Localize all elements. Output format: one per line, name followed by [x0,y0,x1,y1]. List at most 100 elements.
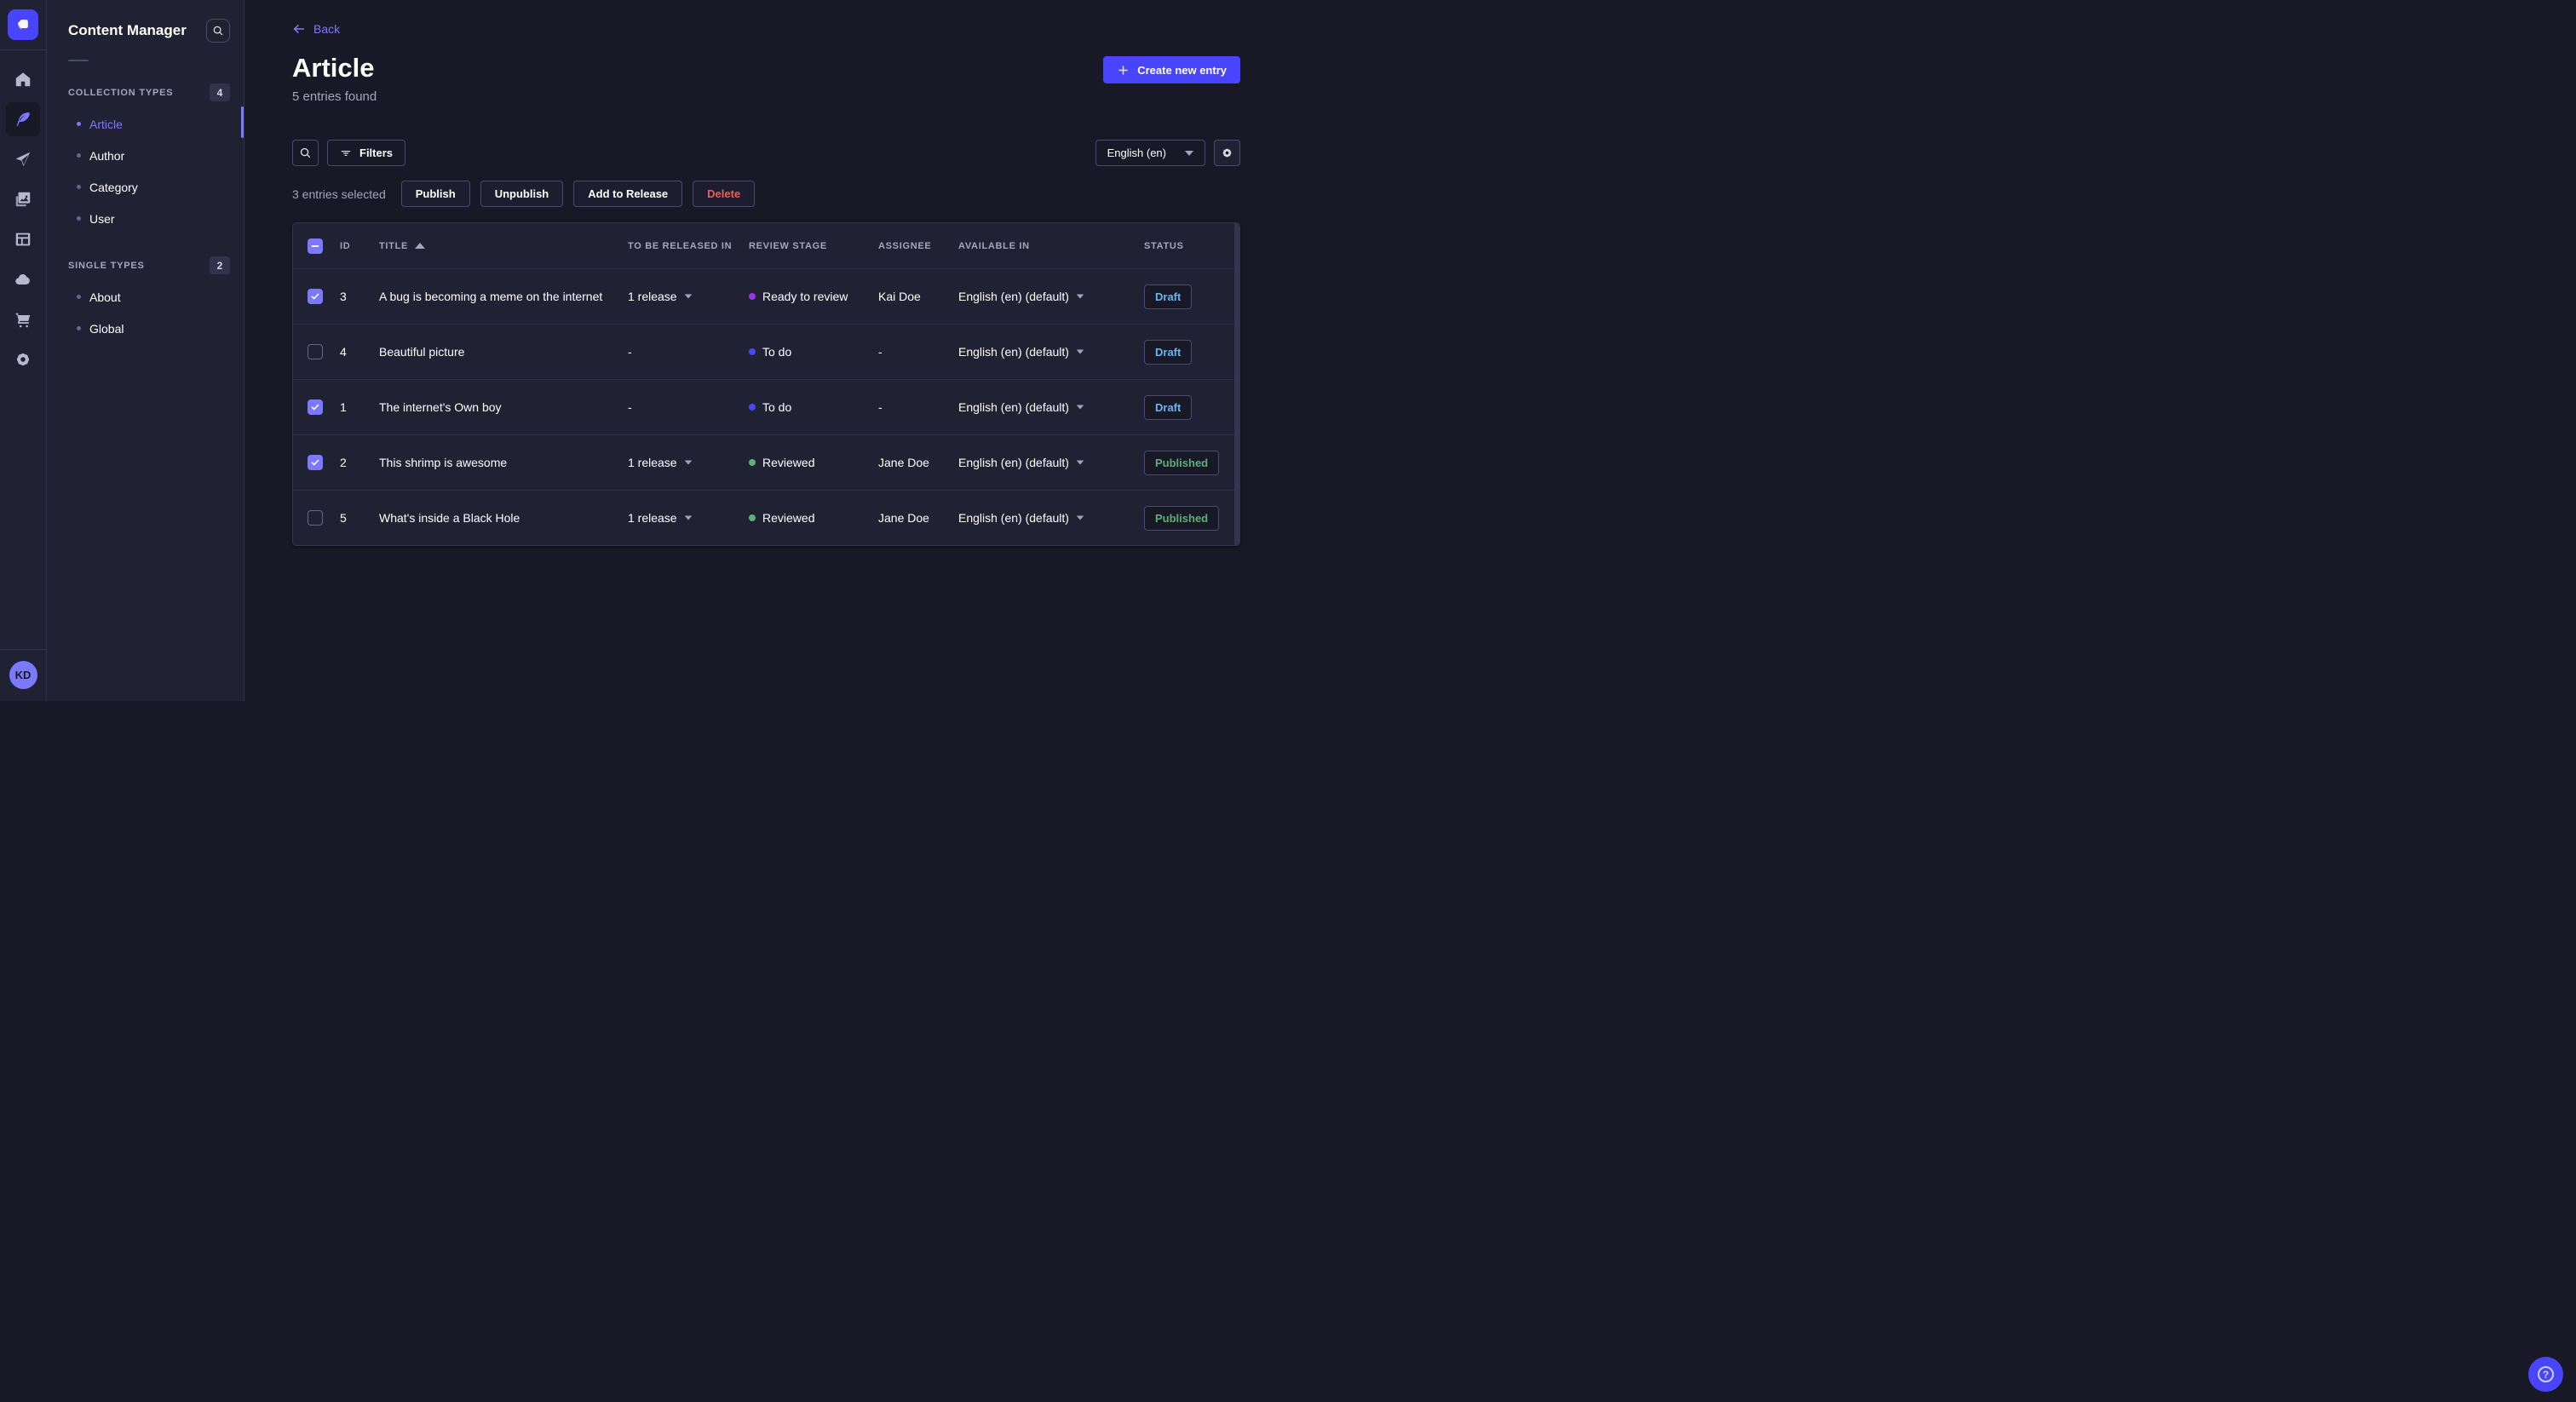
cell-id: 2 [340,456,347,469]
plus-icon [1118,66,1128,74]
table-row[interactable]: 5 What's inside a Black Hole 1 release R… [293,490,1239,545]
cell-available-in[interactable]: English (en) (default) [958,400,1144,414]
back-link[interactable]: Back [292,22,340,36]
row-checkbox[interactable] [308,344,323,359]
cell-available-in[interactable]: English (en) (default) [958,290,1144,303]
paper-plane-icon [15,152,31,167]
sidebar-item-releases[interactable] [6,142,40,176]
question-mark-icon: ? [2538,1366,2554,1382]
bullet-icon [77,216,81,221]
status-badge: Draft [1144,284,1193,309]
column-header-title-label: TITLE [379,240,409,251]
sidebar-item-content-type-builder[interactable] [6,222,40,256]
status-badge: Draft [1144,339,1193,365]
cell-title: What's inside a Black Hole [379,511,520,525]
sidebar-item-label: Global [89,321,124,336]
column-header-status: STATUS [1144,240,1184,251]
cell-release[interactable]: 1 release [628,456,749,469]
locale-chevron-icon [1076,515,1084,520]
sidebar-item-category[interactable]: Category [47,171,244,203]
locale-value: English (en) (default) [958,400,1069,414]
sidebar-item-deploy[interactable] [6,262,40,296]
add-to-release-button[interactable]: Add to Release [573,181,683,207]
filters-button[interactable]: Filters [327,140,406,166]
cell-title: The internet's Own boy [379,400,502,414]
status-badge: Published [1144,450,1220,475]
table-row[interactable]: 3 A bug is becoming a meme on the intern… [293,268,1239,324]
sort-ascending-icon [415,243,426,249]
row-checkbox[interactable] [308,399,323,415]
status-badge: Published [1144,505,1220,531]
cell-release[interactable]: - [628,345,749,359]
cell-available-in[interactable]: English (en) (default) [958,345,1144,359]
row-checkbox[interactable] [308,289,323,304]
cell-id: 1 [340,400,347,414]
main-nav-rail: KD [0,0,47,701]
locale-value: English (en) [1107,147,1166,159]
stage-label: To do [762,345,792,359]
sidebar-item-global[interactable]: Global [47,313,244,344]
unpublish-button[interactable]: Unpublish [480,181,564,207]
check-icon [311,404,319,411]
sidebar-item-media-library[interactable] [6,182,40,216]
gear-icon [1222,148,1232,158]
table-row[interactable]: 1 The internet's Own boy - To do - Engli… [293,379,1239,434]
sidebar-item-label: Category [89,180,138,194]
subnav-scrollbar-thumb[interactable] [241,106,244,138]
cell-review-stage: Reviewed [749,511,878,525]
sidebar-item-author[interactable]: Author [47,140,244,171]
column-header-review-stage: REVIEW STAGE [749,240,827,251]
cell-assignee: Jane Doe [878,511,929,525]
subnav-search-button[interactable] [206,19,230,43]
create-new-entry-button[interactable]: Create new entry [1103,56,1240,83]
chevron-down-icon [1185,150,1193,156]
sidebar-item-settings[interactable] [6,342,40,376]
row-checkbox[interactable] [308,455,323,470]
cell-title: Beautiful picture [379,345,465,359]
cart-icon [15,313,31,328]
cell-id: 4 [340,345,347,359]
filter-icon [341,150,351,156]
sidebar-item-label: Author [89,148,125,163]
stage-dot [749,293,756,300]
strapi-logo[interactable] [8,9,38,40]
list-settings-button[interactable] [1214,140,1240,166]
cell-id: 5 [340,511,347,525]
locale-select[interactable]: English (en) [1095,140,1205,166]
help-button[interactable]: ? [2528,1357,2563,1392]
user-avatar[interactable]: KD [9,661,37,689]
page-title: Article [292,53,375,83]
locale-value: English (en) (default) [958,511,1069,525]
select-all-checkbox[interactable] [308,238,323,254]
release-value: 1 release [628,511,677,525]
row-checkbox[interactable] [308,510,323,526]
delete-button[interactable]: Delete [693,181,756,207]
sidebar-item-article[interactable]: Article [47,108,244,140]
sidebar-item-label: About [89,290,121,304]
cell-review-stage: Reviewed [749,456,878,469]
table-scrollbar[interactable] [1234,223,1239,545]
release-chevron-icon [684,460,692,465]
release-chevron-icon [684,515,692,520]
status-badge: Draft [1144,394,1193,420]
cell-available-in[interactable]: English (en) (default) [958,456,1144,469]
cell-review-stage: To do [749,400,878,414]
stage-label: Reviewed [762,511,815,525]
table-row[interactable]: 4 Beautiful picture - To do - English (e… [293,324,1239,379]
sidebar-item-marketplace[interactable] [6,302,40,336]
sidebar-item-about[interactable]: About [47,281,244,313]
table-search-button[interactable] [292,140,319,166]
cell-release[interactable]: - [628,400,749,414]
column-header-to-be-released-in: TO BE RELEASED IN [628,240,733,251]
cell-release[interactable]: 1 release [628,290,749,303]
sidebar-item-content-manager[interactable] [6,102,40,136]
cell-available-in[interactable]: English (en) (default) [958,511,1144,525]
single-types-label: SINGLE TYPES [68,260,145,271]
back-label: Back [313,22,341,36]
table-row[interactable]: 2 This shrimp is awesome 1 release Revie… [293,434,1239,490]
publish-button[interactable]: Publish [400,181,470,207]
cell-release[interactable]: 1 release [628,511,749,525]
sidebar-item-home[interactable] [6,62,40,96]
sidebar-item-user[interactable]: User [47,203,244,234]
column-header-title[interactable]: TITLE [379,241,628,251]
